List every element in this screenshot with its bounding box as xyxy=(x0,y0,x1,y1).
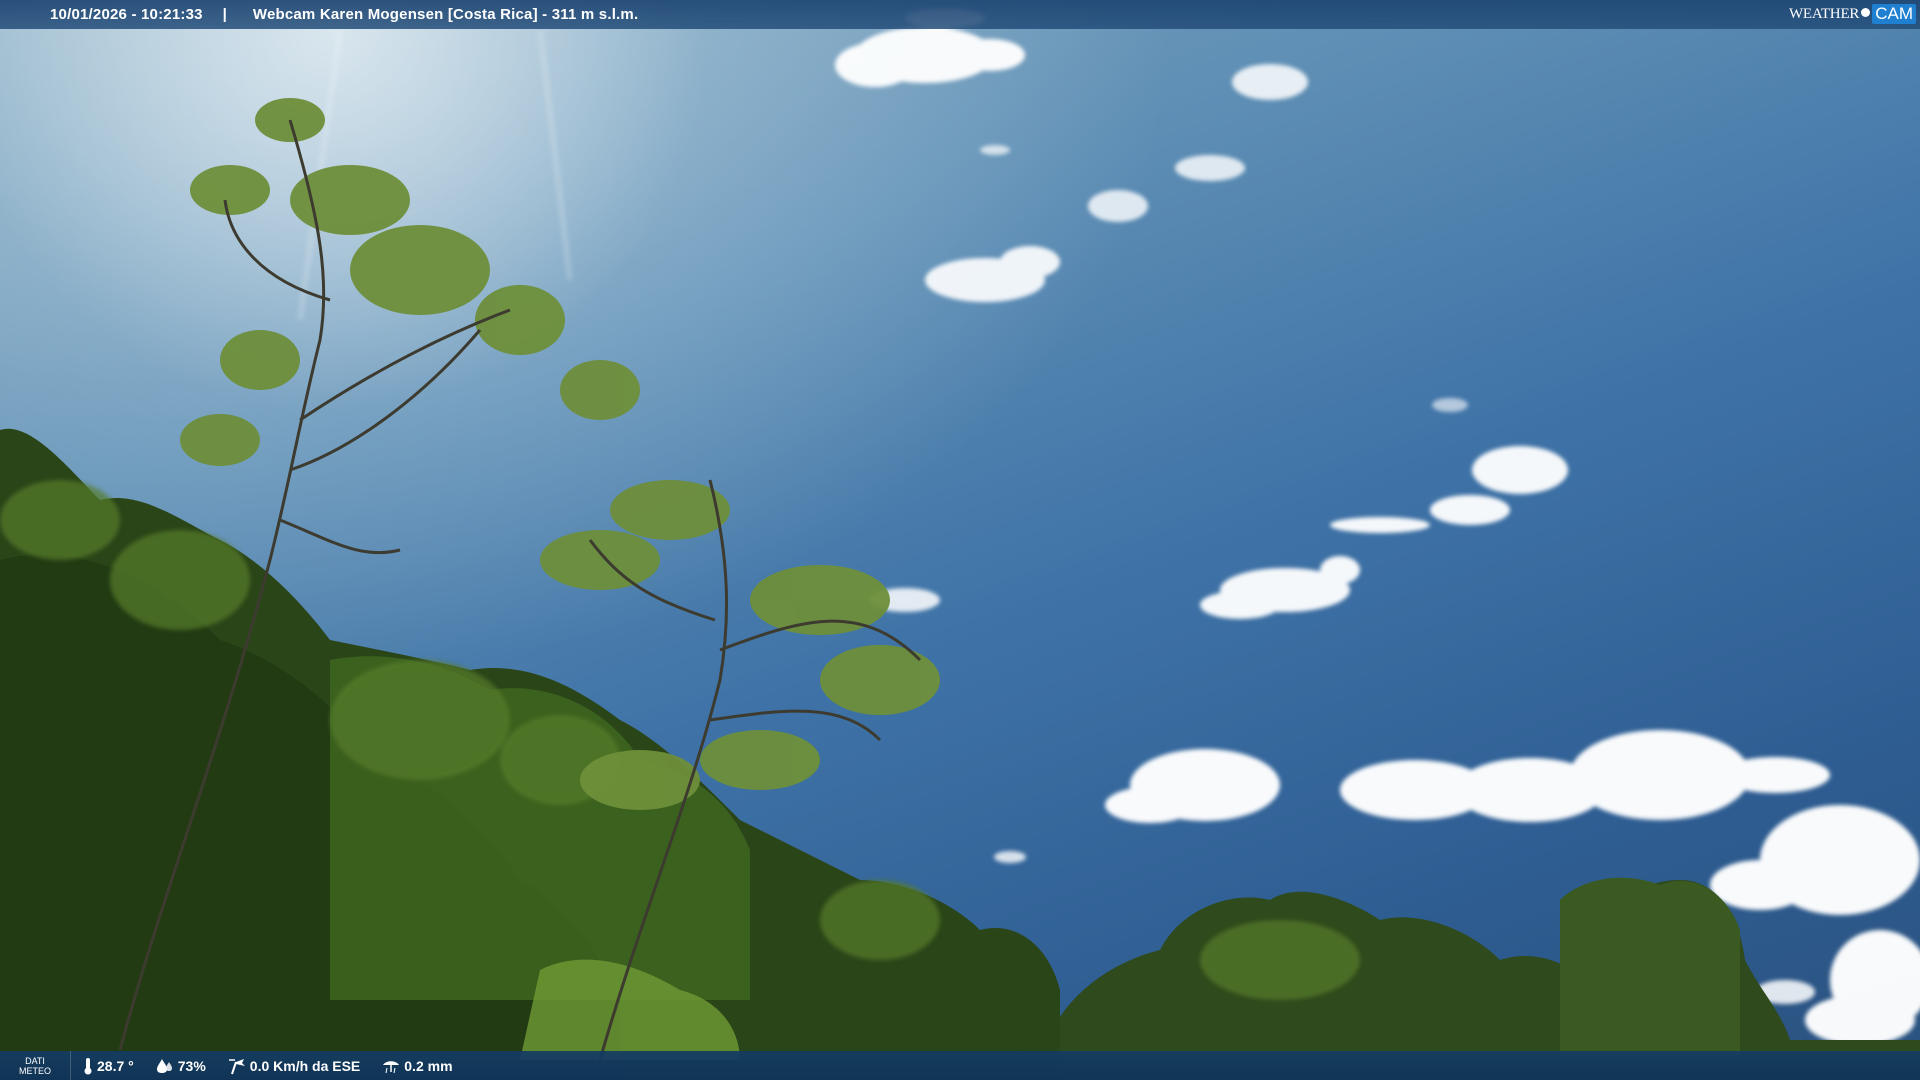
thermometer-icon xyxy=(84,1057,92,1074)
webcam-title: Webcam Karen Mogensen [Costa Rica] - 311… xyxy=(252,6,639,23)
droplet-icon xyxy=(156,1058,172,1073)
weather-label-line1: DATI xyxy=(25,1055,45,1066)
temperature-readout: 28.7 ° xyxy=(83,1057,134,1075)
weather-data-bar: DATI METEO 28.7 ° 73% 0.0 Km/h da ESE 0.… xyxy=(0,1051,1920,1080)
cloud xyxy=(1088,190,1148,222)
brand-weather-text: WEATHER xyxy=(1788,5,1860,22)
cloud xyxy=(1232,64,1308,100)
brand-eye-icon xyxy=(1861,7,1871,17)
rain-value: 0.2 mm xyxy=(404,1057,453,1074)
wind-icon xyxy=(228,1058,245,1074)
header-separator: | xyxy=(222,6,227,23)
temperature-value: 28.7 ° xyxy=(97,1057,134,1074)
weather-label-line2: METEO xyxy=(18,1065,51,1076)
cloud xyxy=(1175,155,1245,181)
wind-readout: 0.0 Km/h da ESE xyxy=(228,1057,360,1075)
cloud xyxy=(1432,398,1468,412)
humidity-readout: 73% xyxy=(156,1058,206,1074)
webcam-viewport: 10/01/2026 - 10:21:33 | Webcam Karen Mog… xyxy=(0,0,1920,1080)
brand-cam-text: CAM xyxy=(1872,4,1916,24)
top-info-bar: 10/01/2026 - 10:21:33 | Webcam Karen Mog… xyxy=(0,0,1920,29)
wind-value: 0.0 Km/h da ESE xyxy=(249,1057,361,1074)
rain-readout: 0.2 mm xyxy=(382,1057,453,1075)
cloud xyxy=(994,851,1026,863)
rain-icon xyxy=(383,1060,400,1073)
capture-datetime: 10/01/2026 - 10:21:33 xyxy=(50,6,203,23)
humidity-value: 73% xyxy=(177,1057,206,1074)
cloud xyxy=(980,145,1010,155)
weather-section-label: DATI METEO xyxy=(0,1051,71,1080)
webcam-image xyxy=(0,0,1920,1080)
weathercam-logo: WEATHER CAM xyxy=(1789,3,1916,25)
